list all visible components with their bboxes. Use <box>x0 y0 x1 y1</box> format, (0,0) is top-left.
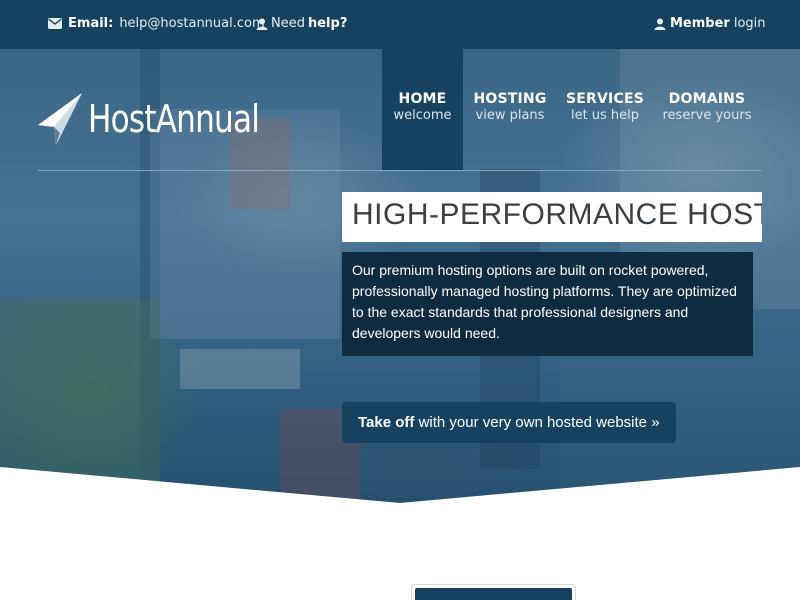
email-link[interactable]: help@hostannual.com <box>119 16 264 31</box>
email-contact[interactable]: Email: help@hostannual.com <box>48 16 265 31</box>
help-bold: help? <box>307 16 348 31</box>
plan-card <box>411 584 576 600</box>
user-icon <box>654 18 666 30</box>
member-bold: Member <box>670 16 730 31</box>
member-login-text: login <box>733 16 766 31</box>
plan-card-header <box>415 588 572 600</box>
need-help-link[interactable]: Need help? <box>256 16 347 31</box>
user-icon <box>256 18 268 30</box>
member-login-link[interactable]: Member login <box>654 16 766 31</box>
top-bar: Email: help@hostannual.com Need help? Me… <box>0 0 800 49</box>
help-prefix: Need <box>271 16 305 31</box>
email-label: Email: <box>68 16 114 31</box>
envelope-icon <box>48 18 62 29</box>
hero-banner: HostAnnual HOME welcome HOSTING view pla… <box>0 49 800 531</box>
hero-bottom-wave <box>0 467 800 531</box>
